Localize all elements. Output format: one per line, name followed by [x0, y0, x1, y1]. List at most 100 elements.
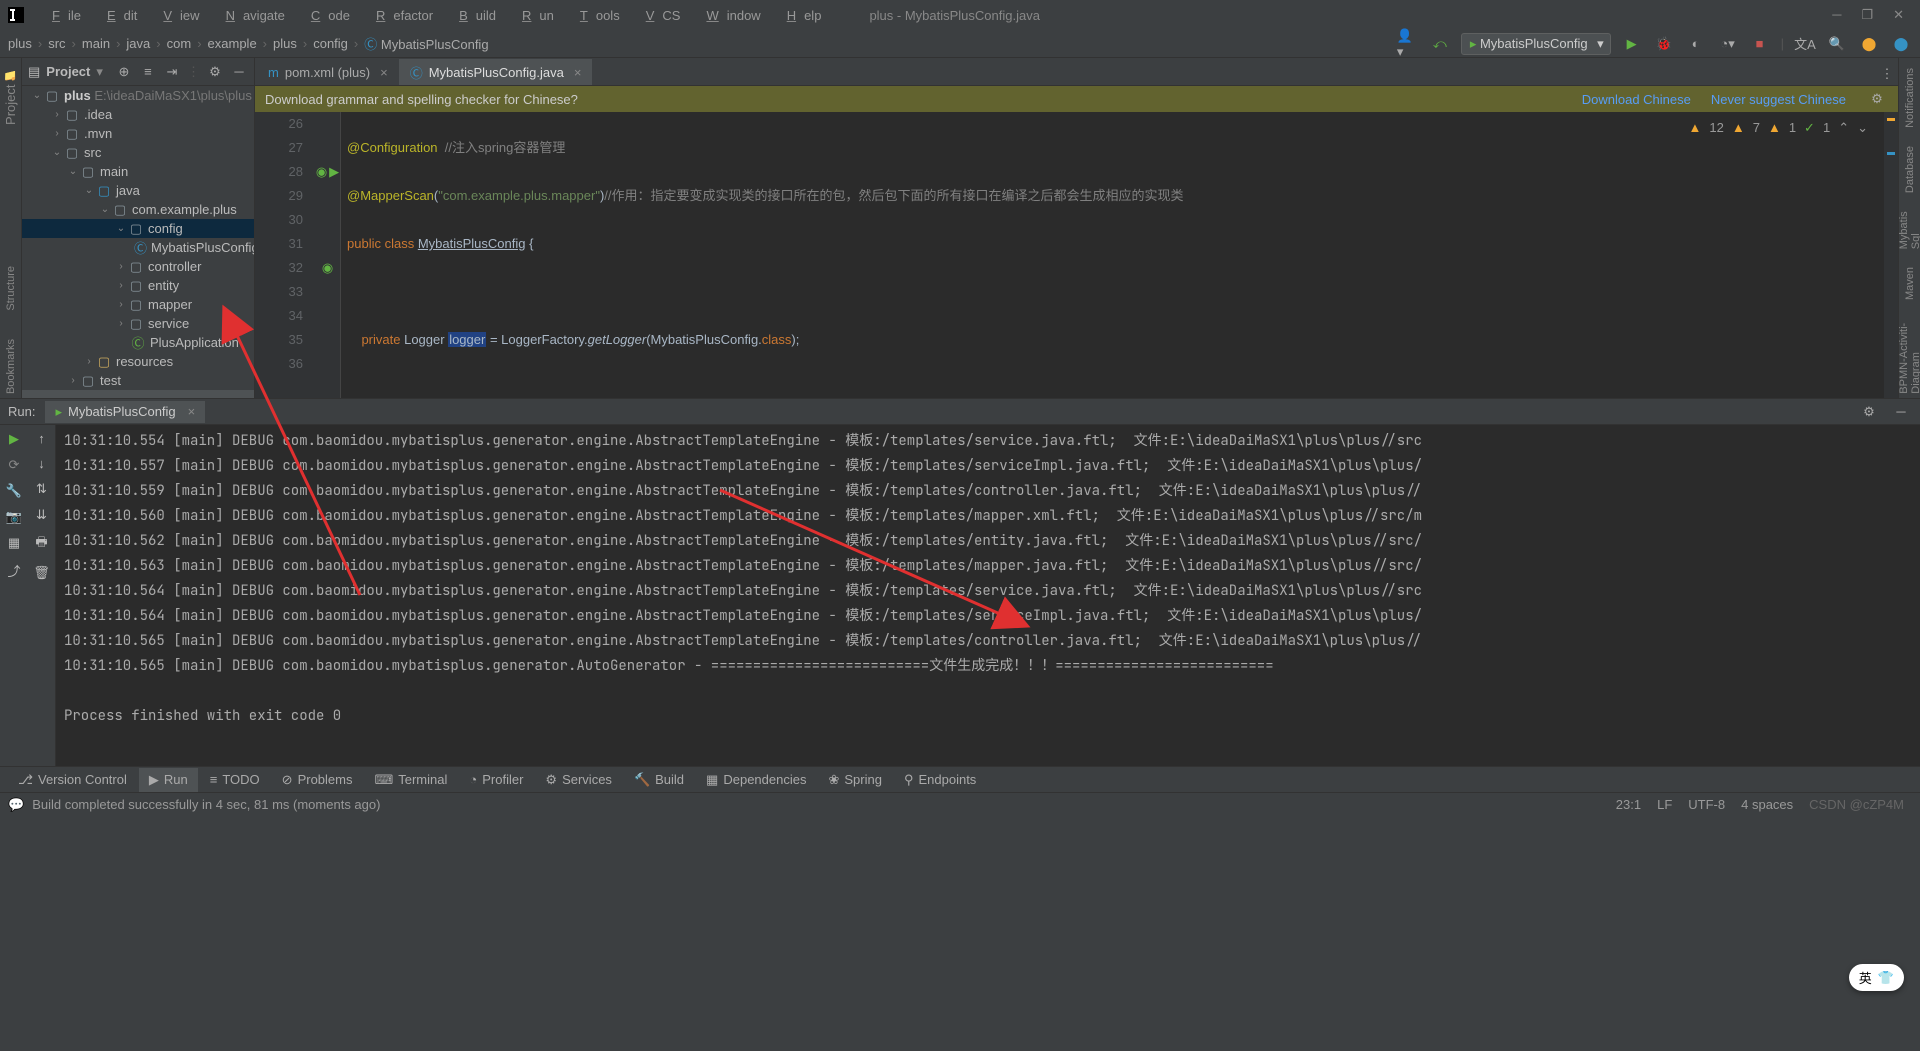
avatar-icon[interactable]: ⬤: [1890, 33, 1912, 55]
collapse-all-icon[interactable]: ⇥: [163, 61, 181, 83]
crumb-com[interactable]: com: [167, 36, 192, 51]
run-gutter-icon[interactable]: ▶: [329, 160, 339, 184]
bottom-tab-problems[interactable]: ⊘Problems: [272, 768, 363, 792]
translate-icon[interactable]: 文A: [1794, 33, 1816, 55]
mybatis-sql-tool-button[interactable]: Mybatis Sql: [1898, 207, 1920, 253]
exit-icon[interactable]: ⤴: [7, 561, 20, 580]
bottom-tab-todo[interactable]: ≡TODO: [200, 768, 270, 791]
tree-src[interactable]: ⌄▢src: [22, 143, 254, 162]
code-body[interactable]: @Configuration //注入spring容器管理 @MapperSca…: [341, 112, 1898, 398]
tree-mvn[interactable]: ›▢.mvn: [22, 124, 254, 143]
hide-pane-icon[interactable]: ─: [230, 61, 248, 83]
minimize-button[interactable]: ─: [1832, 7, 1841, 23]
tree-package[interactable]: ⌄▢com.example.plus: [22, 200, 254, 219]
close-icon[interactable]: ×: [188, 404, 196, 419]
layout-icon[interactable]: ▦: [8, 535, 20, 551]
menu-navigate[interactable]: Navigate: [210, 4, 293, 27]
crumb-plus[interactable]: plus: [273, 36, 297, 51]
tree-mybatis-config[interactable]: ⒸMybatisPlusConfig: [22, 238, 254, 257]
run-button[interactable]: ▶: [1621, 33, 1643, 55]
bookmarks-tool-button[interactable]: Bookmarks: [5, 335, 17, 398]
crumb-example[interactable]: example: [208, 36, 257, 51]
project-tree[interactable]: ⌄▢plus E:\ideaDaiMaSX1\plus\plus ›▢.idea…: [22, 86, 254, 398]
menu-run[interactable]: Run: [506, 4, 562, 27]
spring-bean-icon[interactable]: ◉: [316, 160, 327, 184]
file-encoding[interactable]: UTF-8: [1680, 797, 1733, 812]
tab-pom[interactable]: mpom.xml (plus)×: [257, 59, 399, 85]
tree-root[interactable]: ⌄▢plus E:\ideaDaiMaSX1\plus\plus: [22, 86, 254, 105]
tree-scrollbar[interactable]: [22, 390, 254, 398]
bpmn-tool-button[interactable]: BPMN-Activiti-Diagram: [1898, 314, 1920, 398]
clear-icon[interactable]: 🗑: [33, 565, 50, 581]
tabs-menu-icon[interactable]: ⋮: [1876, 63, 1898, 85]
status-icon[interactable]: 💬: [8, 797, 24, 813]
caret-position[interactable]: 23:1: [1608, 797, 1649, 812]
wrench-icon[interactable]: 🔧: [6, 483, 22, 499]
ime-indicator[interactable]: 英👕: [1849, 964, 1904, 991]
crumb-MybatisPlusConfig[interactable]: Ⓒ MybatisPlusConfig: [364, 34, 488, 53]
settings-icon[interactable]: ⚙: [206, 61, 224, 83]
tree-plus-application[interactable]: ⒸPlusApplication: [22, 333, 254, 352]
bottom-tab-endpoints[interactable]: ⚲Endpoints: [894, 768, 986, 792]
menu-tools[interactable]: Tools: [564, 4, 628, 27]
profile-button[interactable]: ◔▾: [1717, 33, 1739, 55]
bottom-tab-spring[interactable]: ❀Spring: [818, 768, 891, 792]
bottom-tab-services[interactable]: ⚙Services: [535, 768, 622, 792]
close-icon[interactable]: ×: [380, 65, 388, 80]
crumb-plus[interactable]: plus: [8, 36, 32, 51]
crumb-config[interactable]: config: [313, 36, 348, 51]
menu-code[interactable]: Code: [295, 4, 358, 27]
tree-entity[interactable]: ›▢entity: [22, 276, 254, 295]
project-pane-title[interactable]: Project: [46, 64, 90, 79]
console-output[interactable]: 10:31:10.554 [main] DEBUG com.baomidou.m…: [56, 425, 1920, 766]
coverage-button[interactable]: ◐: [1685, 33, 1707, 55]
bottom-tab-dependencies[interactable]: ▦Dependencies: [696, 768, 816, 792]
tree-test[interactable]: ›▢test: [22, 371, 254, 390]
tree-service[interactable]: ›▢service: [22, 314, 254, 333]
editor-marker-bar[interactable]: [1884, 112, 1898, 398]
tree-idea[interactable]: ›▢.idea: [22, 105, 254, 124]
user-icon[interactable]: 👤▾: [1397, 33, 1419, 55]
tree-mapper[interactable]: ›▢mapper: [22, 295, 254, 314]
soft-wrap-icon[interactable]: ⇅: [36, 481, 47, 497]
crumb-src[interactable]: src: [48, 36, 65, 51]
tree-main[interactable]: ⌄▢main: [22, 162, 254, 181]
menu-build[interactable]: Build: [443, 4, 504, 27]
bottom-tab-run[interactable]: ▶Run: [139, 768, 198, 792]
hide-run-icon[interactable]: ─: [1890, 401, 1912, 423]
expand-all-icon[interactable]: ≡: [139, 61, 157, 83]
bottom-tab-profiler[interactable]: ◔Profiler: [459, 768, 533, 791]
bottom-tab-version-control[interactable]: ⎇Version Control: [8, 768, 137, 792]
menu-view[interactable]: View: [147, 4, 207, 27]
stop-icon[interactable]: ⟳: [9, 457, 20, 473]
structure-tool-button[interactable]: Structure: [5, 262, 17, 315]
run-settings-icon[interactable]: ⚙: [1858, 401, 1880, 423]
maximize-button[interactable]: ❐: [1861, 7, 1873, 23]
bottom-tab-terminal[interactable]: ⌨Terminal: [364, 768, 457, 792]
run-config-selector[interactable]: ▸ MybatisPlusConfig▾: [1461, 33, 1611, 55]
menu-vcs[interactable]: VCS: [630, 4, 689, 27]
rerun-icon[interactable]: ▶: [9, 431, 19, 447]
run-tab[interactable]: ▸MybatisPlusConfig×: [45, 401, 205, 423]
code-editor[interactable]: 2627282930313233343536 ◉▶ ◉ @Configurati…: [255, 112, 1898, 398]
ide-update-icon[interactable]: ⬤: [1858, 33, 1880, 55]
spring-bean-icon[interactable]: ◉: [315, 256, 340, 280]
search-everywhere-icon[interactable]: 🔍: [1826, 33, 1848, 55]
tree-resources[interactable]: ›▢resources: [22, 352, 254, 371]
never-suggest-link[interactable]: Never suggest Chinese: [1711, 92, 1846, 107]
line-separator[interactable]: LF: [1649, 797, 1680, 812]
build-hammer-icon[interactable]: ⤺: [1429, 33, 1451, 55]
menu-edit[interactable]: Edit: [91, 4, 145, 27]
print-icon[interactable]: 🖶: [35, 533, 47, 555]
tree-java[interactable]: ⌄▢java: [22, 181, 254, 200]
tree-controller[interactable]: ›▢controller: [22, 257, 254, 276]
code-inspections[interactable]: ▲12 ▲7 ▲1 ✓1 ⌃⌄: [1688, 116, 1868, 140]
menu-help[interactable]: Help: [771, 4, 830, 27]
debug-button[interactable]: 🐞: [1653, 33, 1675, 55]
close-button[interactable]: ✕: [1893, 7, 1904, 23]
tree-config[interactable]: ⌄▢config: [22, 219, 254, 238]
bottom-tab-build[interactable]: 🔨Build: [624, 768, 694, 792]
banner-settings-icon[interactable]: ⚙: [1866, 88, 1888, 110]
crumb-java[interactable]: java: [126, 36, 150, 51]
close-icon[interactable]: ×: [574, 65, 582, 80]
